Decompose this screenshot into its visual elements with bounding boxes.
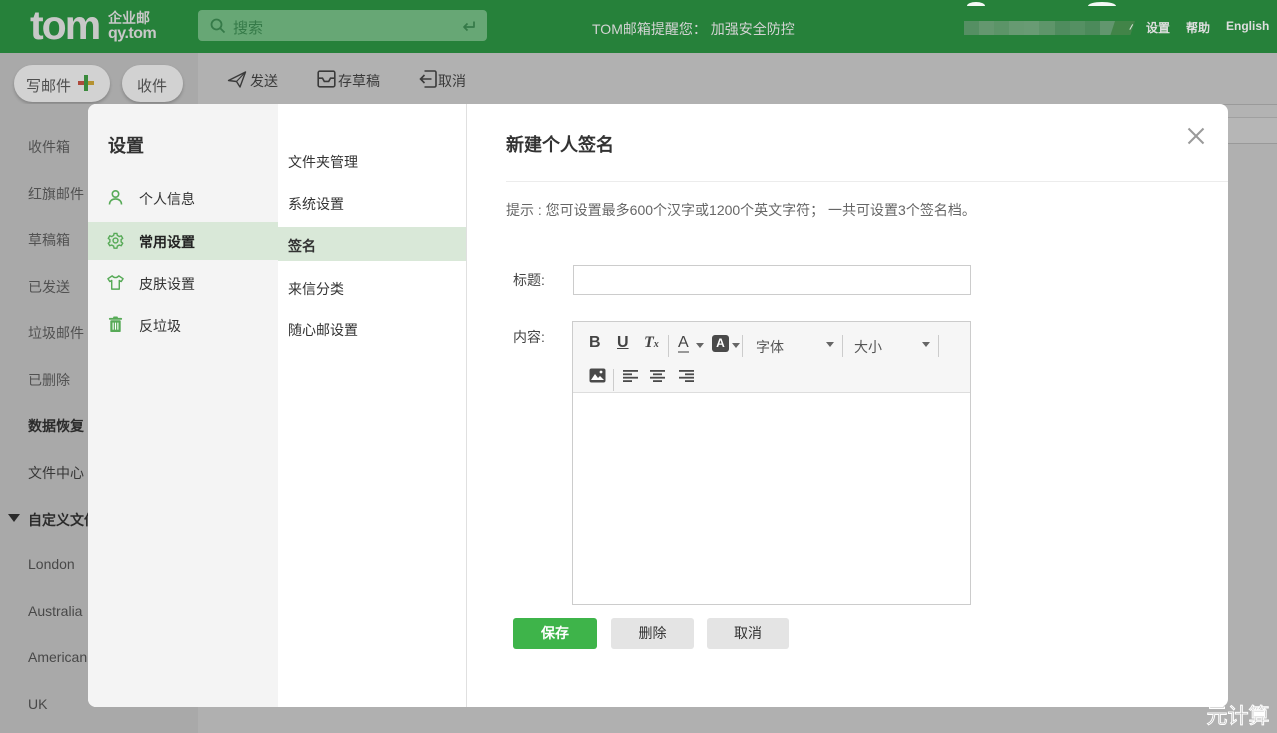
svg-text:元计算: 元计算 bbox=[1207, 705, 1270, 728]
